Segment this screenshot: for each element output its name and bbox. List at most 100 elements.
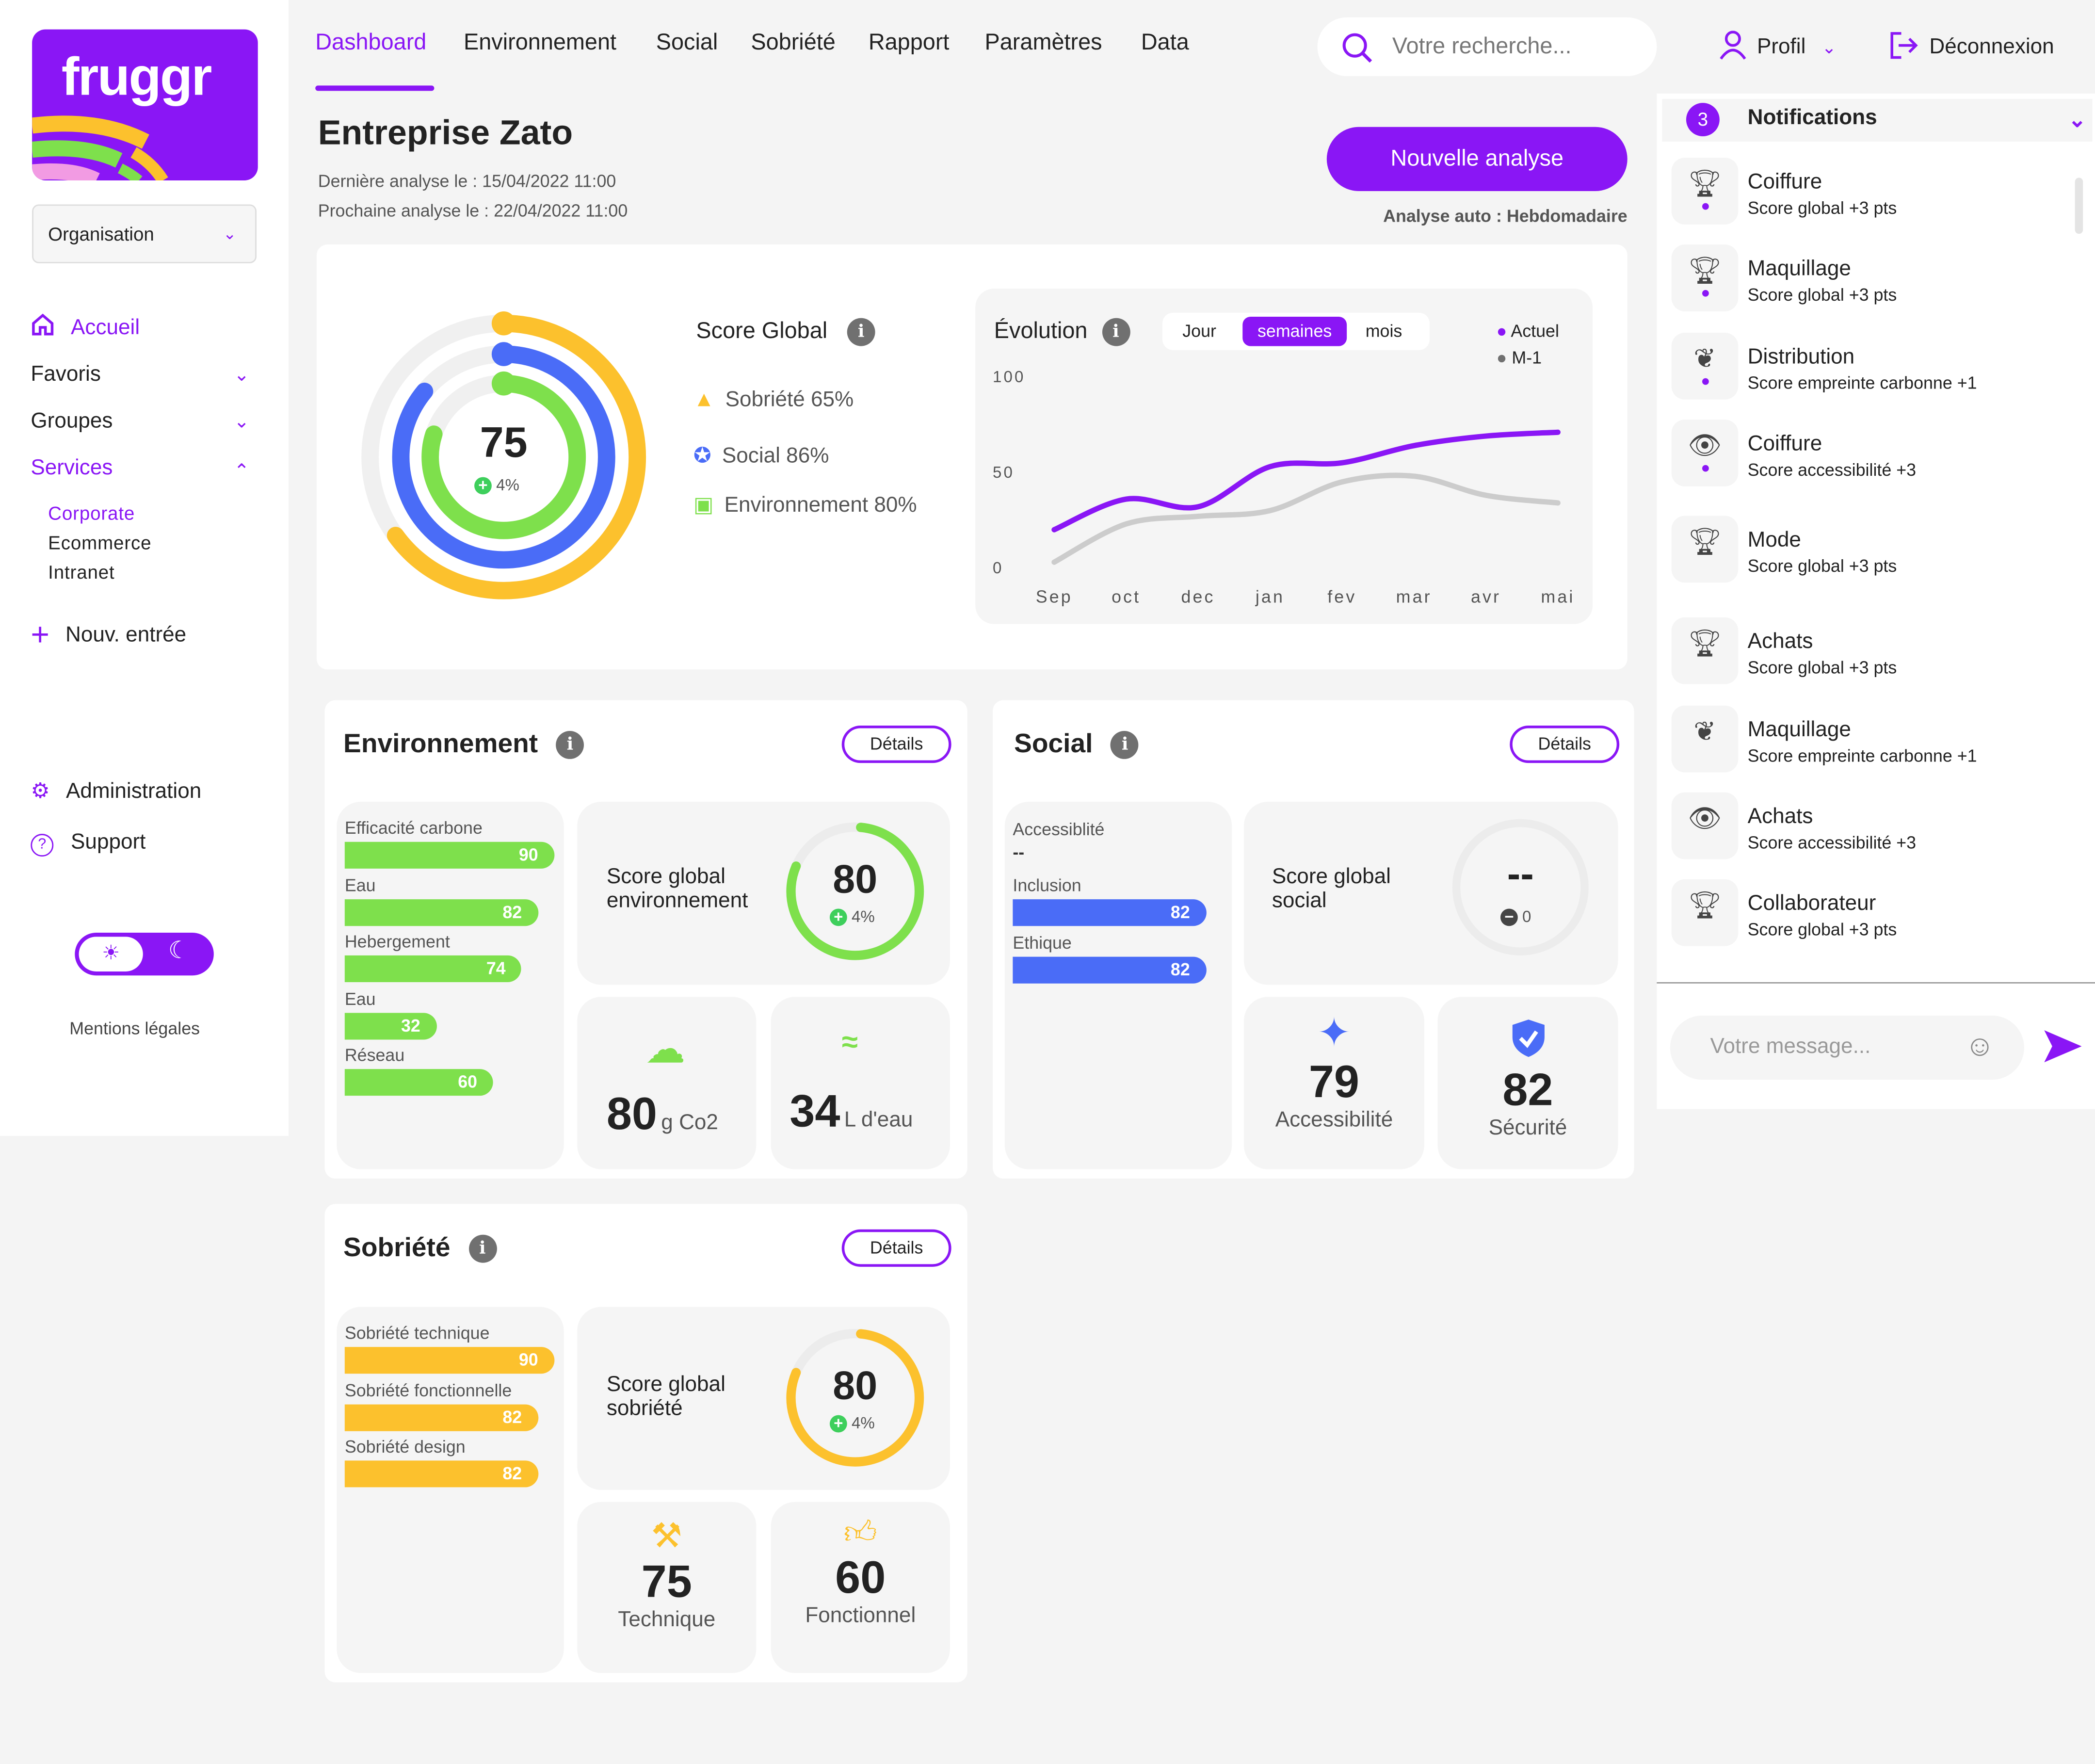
- theme-toggle[interactable]: ☀ ☾: [75, 933, 214, 976]
- ring-marker: [491, 342, 516, 366]
- new-entry-button[interactable]: + Nouv. entrée: [31, 617, 186, 655]
- unread-dot: [1701, 378, 1708, 385]
- trophy-icon: 🏆︎: [1688, 629, 1722, 659]
- tab-data[interactable]: Data: [1141, 30, 1189, 56]
- info-icon[interactable]: i: [847, 318, 875, 346]
- legend-social: ✪ Social 86%: [693, 442, 829, 469]
- bar: 32: [344, 1012, 436, 1039]
- co2-metric: 80 g Co2: [607, 1089, 718, 1141]
- info-icon[interactable]: i: [468, 1235, 497, 1263]
- sidebar-item-services[interactable]: Services: [31, 457, 113, 481]
- notification-title[interactable]: Coiffure: [1748, 171, 1822, 195]
- bar-label: Eau: [344, 874, 376, 895]
- legend-label: Sobriété 65%: [725, 388, 854, 412]
- tab-social[interactable]: Social: [656, 30, 718, 56]
- profile-menu[interactable]: Profil ⌄: [1720, 31, 1836, 60]
- notification-title[interactable]: Maquillage: [1748, 258, 1851, 282]
- unread-dot: [1701, 203, 1708, 210]
- sidebar-subitem-intranet[interactable]: Intranet: [48, 561, 114, 583]
- notification-title[interactable]: Maquillage: [1748, 719, 1851, 743]
- tab-sobriete[interactable]: Sobriété: [751, 30, 835, 56]
- notification-icon-box[interactable]: ❦: [1671, 705, 1739, 773]
- accessibility-panel: ✦ 79 Accessibilité: [1243, 997, 1424, 1169]
- notification-icon-box[interactable]: ❦: [1671, 333, 1739, 400]
- social-bars: Accessiblité -- Inclusion 82 Ethique 82: [1004, 802, 1232, 1169]
- minus-circle-icon: −: [1500, 908, 1518, 926]
- sidebar-item-accueil[interactable]: Accueil: [31, 313, 140, 341]
- info-icon[interactable]: i: [556, 731, 584, 760]
- send-icon[interactable]: [2042, 1028, 2084, 1065]
- notification-icon-box[interactable]: 🏆︎: [1671, 158, 1739, 225]
- home-icon: [32, 313, 54, 336]
- sobriety-details-button[interactable]: Détails: [841, 1229, 951, 1267]
- notification-icon-box[interactable]: 🏆︎: [1671, 516, 1739, 583]
- scrollbar[interactable]: [2075, 178, 2083, 234]
- notification-text: Score global +3 pts: [1747, 284, 1897, 305]
- page-title: Entreprise Zato: [318, 112, 573, 153]
- sidebar-subitem-corporate[interactable]: Corporate: [48, 502, 135, 524]
- notifications-count-badge: 3: [1686, 103, 1720, 137]
- notification-icon-box[interactable]: 🏆︎: [1671, 879, 1739, 946]
- sidebar-item-administration[interactable]: ⚙ Administration: [31, 777, 201, 804]
- tab-environnement[interactable]: Environnement: [464, 30, 616, 56]
- sidebar-item-groupes[interactable]: Groupes: [31, 410, 113, 435]
- notification-title[interactable]: Distribution: [1748, 346, 1854, 371]
- sidebar-item-support[interactable]: ? Support: [31, 831, 145, 857]
- chevron-down-icon[interactable]: ⌄: [234, 410, 249, 433]
- tab-dashboard[interactable]: Dashboard: [315, 30, 426, 56]
- x-tick-label: jan: [1255, 587, 1285, 607]
- accessibility-icon: ✦: [1317, 1011, 1351, 1056]
- notification-icon-box[interactable]: 👁︎: [1671, 792, 1739, 859]
- trophy-icon: 🏆︎: [1688, 528, 1722, 557]
- notification-text: Score global +3 pts: [1747, 657, 1897, 678]
- logout-button[interactable]: Déconnexion: [1889, 31, 2054, 60]
- notification-title[interactable]: Achats: [1748, 631, 1813, 655]
- chevron-down-icon[interactable]: ⌄: [234, 363, 249, 386]
- message-placeholder: Votre message...: [1710, 1036, 1871, 1059]
- water-panel: [771, 997, 950, 1169]
- emoji-icon[interactable]: ☺: [1965, 1029, 1995, 1064]
- plus-icon: +: [31, 617, 49, 654]
- chevron-up-icon[interactable]: ⌃: [234, 460, 249, 483]
- unread-dot: [1701, 465, 1708, 472]
- tab-rapport[interactable]: Rapport: [869, 30, 950, 56]
- sidebar-item-label: Administration: [65, 780, 202, 803]
- logo[interactable]: fruggr: [32, 29, 258, 180]
- global-score-delta: + 4%: [474, 476, 519, 495]
- notification-icon-box[interactable]: 🏆︎: [1671, 244, 1739, 311]
- functional-label: Fonctionnel: [805, 1604, 916, 1628]
- search-icon: [1342, 33, 1372, 63]
- sidebar-item-label: Services: [31, 457, 113, 480]
- title-text: Environnement: [343, 729, 538, 759]
- title-text: Score Global: [696, 318, 828, 344]
- notification-icon-box[interactable]: 🏆︎: [1671, 617, 1739, 684]
- notification-title[interactable]: Achats: [1748, 806, 1813, 830]
- social-details-button[interactable]: Détails: [1510, 726, 1620, 763]
- sidebar-subitem-ecommerce[interactable]: Ecommerce: [48, 532, 151, 553]
- title-text: Social: [1014, 729, 1093, 759]
- message-input[interactable]: Votre message... ☺: [1670, 1015, 2024, 1080]
- tab-parametres[interactable]: Paramètres: [985, 30, 1102, 56]
- info-icon[interactable]: i: [1111, 731, 1139, 760]
- star-icon: ✪: [693, 445, 711, 468]
- organisation-select[interactable]: Organisation ⌄: [32, 204, 257, 263]
- x-tick-label: mar: [1396, 587, 1432, 607]
- co2-value: 80: [606, 1089, 658, 1140]
- sidebar-item-favoris[interactable]: Favoris: [31, 363, 101, 388]
- notification-title[interactable]: Mode: [1748, 529, 1801, 553]
- notification-title[interactable]: Collaborateur: [1748, 892, 1876, 917]
- chevron-down-icon[interactable]: ⌄: [2068, 107, 2086, 133]
- legal-link[interactable]: Mentions légales: [69, 1018, 200, 1038]
- environment-details-button[interactable]: Détails: [841, 726, 951, 763]
- security-value: 82: [1502, 1065, 1553, 1116]
- new-analysis-button[interactable]: Nouvelle analyse: [1326, 127, 1628, 191]
- bar: 82: [1013, 956, 1206, 983]
- search-input[interactable]: Votre recherche...: [1317, 17, 1657, 77]
- x-tick-label: oct: [1112, 587, 1141, 607]
- bar-label: Inclusion: [1013, 875, 1081, 895]
- notification-title[interactable]: Coiffure: [1748, 433, 1822, 457]
- sidebar-item-label: Favoris: [31, 363, 101, 387]
- notification-icon-box[interactable]: 👁︎: [1671, 420, 1739, 486]
- bar: 82: [1013, 899, 1206, 926]
- x-tick-label: dec: [1181, 587, 1215, 607]
